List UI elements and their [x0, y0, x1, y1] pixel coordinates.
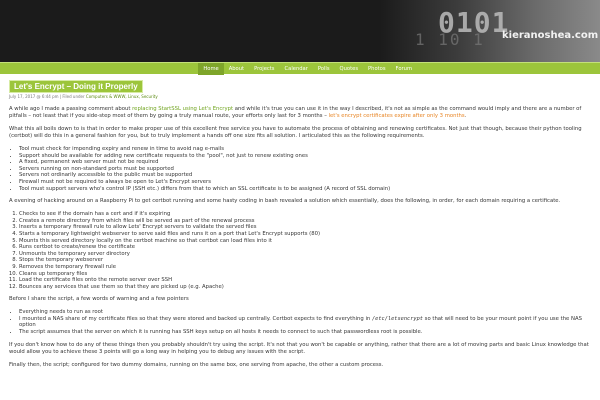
warning-code-path: /etc/letsencrypt	[371, 315, 423, 322]
requirement-item: Tool must support servers who's control …	[19, 186, 593, 193]
header-binary-digits-lower: 1 10 1	[415, 30, 485, 49]
requirement-item: A fixed, permanent web server must not b…	[19, 159, 593, 166]
step-item: Bounces any services that use them so th…	[19, 284, 593, 291]
warning-text: I mounted a NAS share of my certificate …	[19, 315, 372, 322]
nav-item[interactable]: Forum	[391, 63, 417, 75]
warning-item: The script assumes that the server on wh…	[19, 329, 593, 336]
step-item: Unmounts the temporary server directory	[19, 251, 593, 258]
step-item: Creates a remote directory from which fi…	[19, 218, 593, 225]
site-header: 0101 1 10 1 kieranoshea.com	[0, 0, 600, 62]
post-content: Let's Encrypt – Doing it Properly July 1…	[9, 80, 593, 375]
requirement-item: Servers not ordinarily accessible to the…	[19, 172, 593, 179]
filed-under-label: Filed under	[62, 94, 85, 99]
expiry-link[interactable]: let's encrypt certificates expire after …	[329, 113, 465, 119]
post-meta: July 17, 2017 @ 6:44 pm | Filed under Co…	[9, 94, 593, 99]
intro-text: A while ago I made a passing comment abo…	[9, 106, 133, 112]
step-item: Inserts a temporary firewall rule to all…	[19, 224, 593, 231]
paragraph-requirements-intro: What this all boils down to is that in o…	[9, 126, 582, 139]
paragraph-knowledge: If you don't know how to do any of these…	[9, 341, 589, 355]
nav-item[interactable]: Photos	[363, 63, 391, 75]
warning-item: Everything needs to run as root	[19, 309, 593, 316]
warnings-list: Everything needs to run as rootI mounted…	[19, 309, 593, 335]
post-categories-link[interactable]: Computers & WWW, Linux, Security	[86, 94, 158, 99]
paragraph-intro: A while ago I made a passing comment abo…	[9, 106, 593, 120]
step-item: Mounts this served directory locally on …	[19, 238, 593, 245]
step-item: Runs certbot to create/renew the certifi…	[19, 244, 593, 251]
post-title-bar: Let's Encrypt – Doing it Properly	[9, 80, 143, 93]
nav-item[interactable]: Home	[198, 63, 224, 75]
requirement-item: Firewall must not be required to always …	[19, 179, 593, 186]
nav-item[interactable]: Projects	[249, 63, 279, 75]
requirement-item: Tool must check for impending expiry and…	[19, 146, 593, 153]
paragraph-warnings-intro: Before I share the script, a few words o…	[9, 296, 189, 303]
requirement-item: Servers running on non-standard ports mu…	[19, 166, 593, 173]
nav-item[interactable]: About	[224, 63, 249, 75]
requirement-item: Support should be available for adding n…	[19, 153, 593, 160]
steps-list: Checks to see if the domain has a cert a…	[19, 211, 593, 290]
nav-item[interactable]: Polls	[313, 63, 335, 75]
warning-text: The script assumes that the server on wh…	[19, 329, 423, 336]
requirements-list: Tool must check for impending expiry and…	[19, 146, 593, 192]
startssl-link[interactable]: replacing StartSSL using Let's Encrypt	[132, 106, 233, 112]
post-title[interactable]: Let's Encrypt – Doing it Properly	[14, 82, 138, 91]
paragraph-solution-intro: A evening of hacking around on a Raspber…	[9, 198, 561, 205]
step-item: Checks to see if the domain has a cert a…	[19, 211, 593, 218]
nav-item[interactable]: Quotes	[335, 63, 363, 75]
step-item: Removes the temporary firewall rule	[19, 264, 593, 271]
intro-text-end: .	[464, 113, 467, 119]
nav-items: Home About Projects Calendar Polls Quotes Phot…	[198, 63, 417, 75]
post-date: July 17, 2017 @ 6:44 pm	[9, 94, 59, 99]
step-item: Stops the temporary webserver	[19, 257, 593, 264]
nav-item[interactable]: Calendar	[280, 63, 313, 75]
main-navigation: Home About Projects Calendar Polls Quotes Phot…	[0, 62, 600, 75]
warning-text: Everything needs to run as root	[19, 309, 103, 316]
paragraph-finally: Finally then, the script; configured for…	[9, 361, 384, 368]
warning-item: I mounted a NAS share of my certificate …	[19, 316, 593, 329]
step-item: Load the certificate files onto the remo…	[19, 277, 593, 284]
site-name-logo[interactable]: kieranoshea.com	[502, 30, 598, 41]
step-item: Cleans up temporary files	[19, 271, 593, 278]
step-item: Starts a temporary lightweight webserver…	[19, 231, 593, 238]
